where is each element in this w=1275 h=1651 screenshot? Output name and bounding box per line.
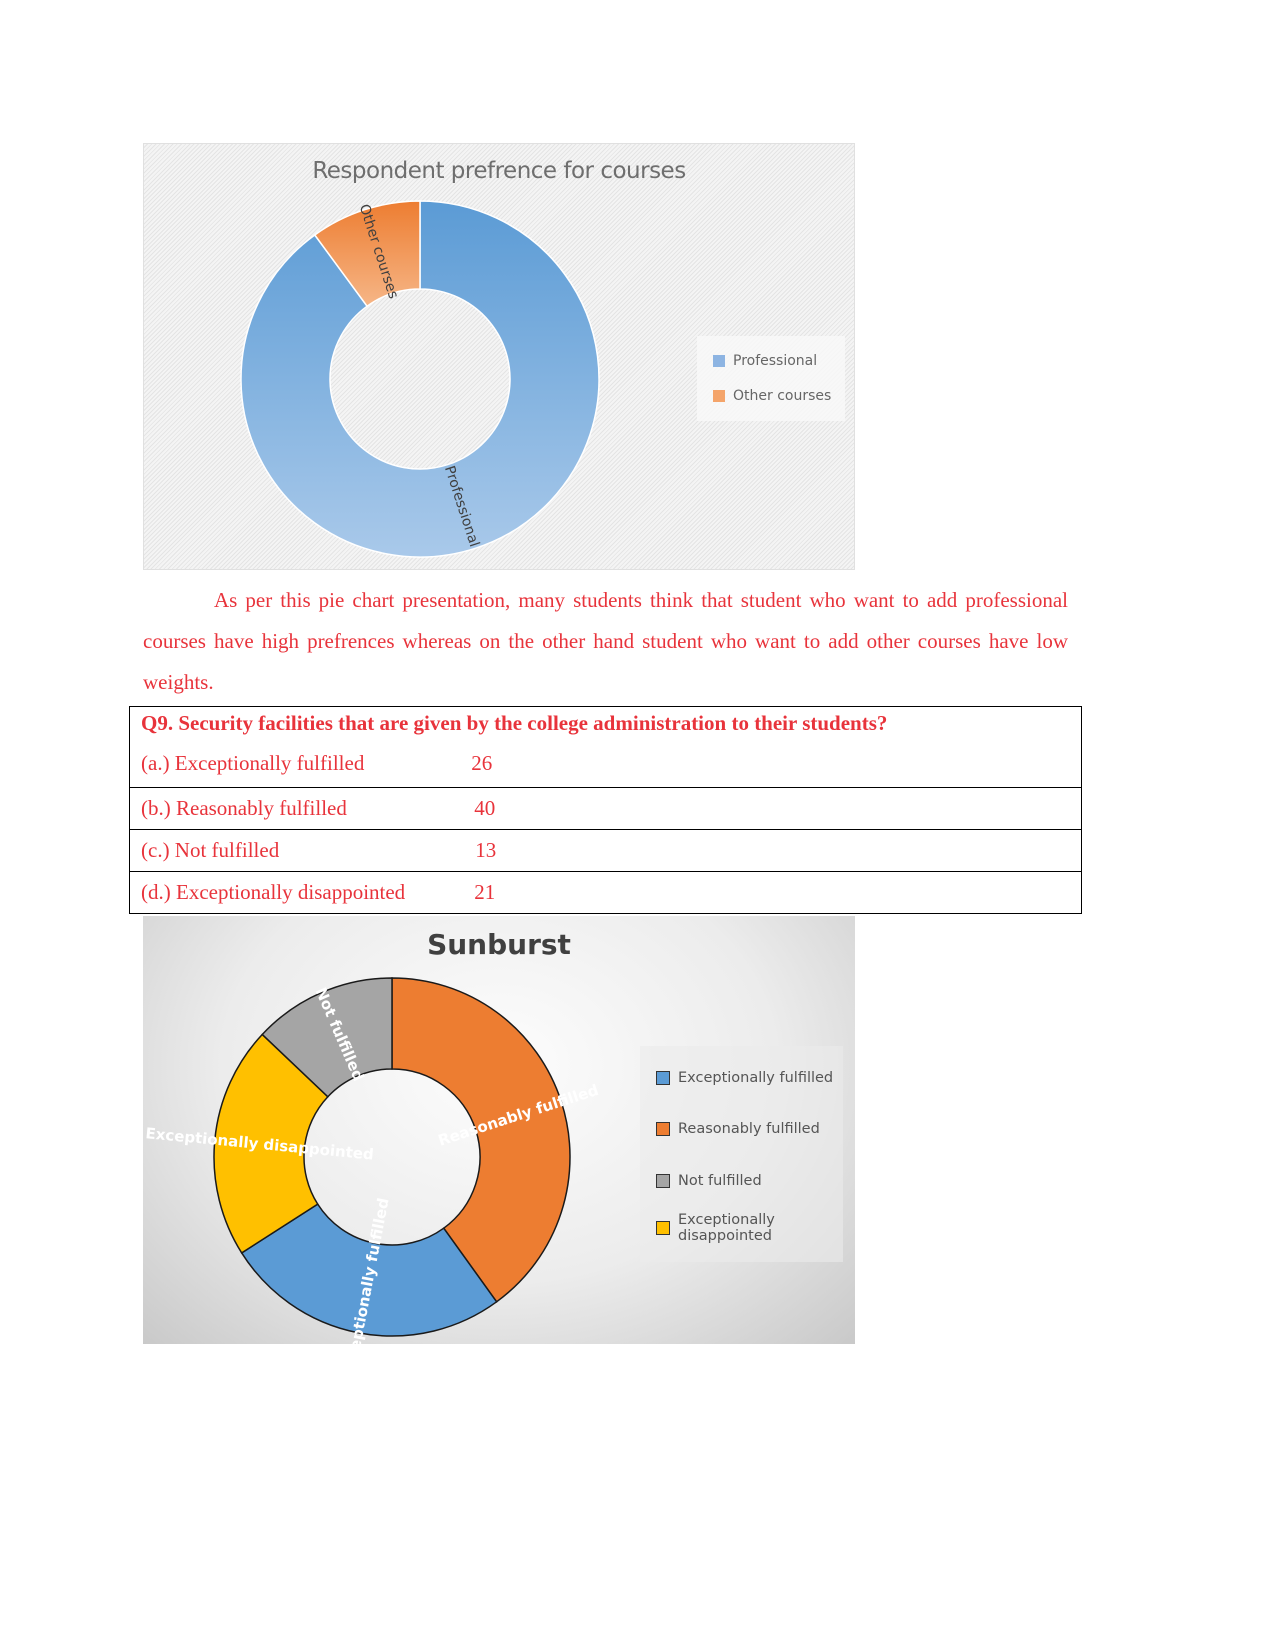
chart-legend: Professional Other courses — [697, 336, 845, 421]
question-title-cell: Q9. Security facilities that are given b… — [129, 706, 1082, 739]
option-label: (b.) Reasonably fulfilled — [141, 796, 347, 820]
legend-item-exceptionally-fulfilled: Exceptionally fulfilled — [656, 1070, 833, 1086]
legend-item-other-courses: Other courses — [713, 388, 831, 404]
legend-label: Exceptionally fulfilled — [678, 1070, 834, 1086]
question-table: Q9. Security facilities that are given b… — [129, 706, 1082, 914]
course-preference-chart: Respondent prefrence for courses Profess… — [143, 143, 855, 570]
legend-label: Not fulfilled — [678, 1173, 762, 1189]
option-count: 13 — [475, 838, 497, 862]
question-title: Q9. Security facilities that are given b… — [141, 710, 888, 735]
legend-label: Reasonably fulfilled — [678, 1121, 820, 1137]
legend-swatch — [713, 355, 725, 367]
legend-item-exceptionally-disappointed: Exceptionally disappointed — [656, 1212, 776, 1244]
option-count: 26 — [471, 750, 493, 775]
legend-swatch — [656, 1221, 670, 1235]
legend-item-not-fulfilled: Not fulfilled — [656, 1173, 762, 1189]
option-label: (a.) Exceptionally fulfilled — [141, 750, 365, 775]
question-row: Q9. Security facilities that are given b… — [129, 706, 1082, 739]
option-row: (a.) Exceptionally fulfilled 26 — [129, 739, 1082, 788]
legend-item-reasonably-fulfilled: Reasonably fulfilled — [656, 1121, 820, 1137]
option-label: (c.) Not fulfilled — [141, 838, 280, 862]
option-count: 40 — [474, 796, 496, 820]
analysis-paragraph: As per this pie chart presentation, many… — [143, 588, 1068, 694]
chart-legend: Exceptionally fulfilled Reasonably fulfi… — [640, 1046, 843, 1262]
legend-label: Professional — [733, 353, 818, 369]
security-sunburst-chart: Sunburst Reasonably fulfilled Exceptional… — [143, 916, 855, 1344]
option-row: (c.) Not fulfilled 13 — [129, 829, 1082, 872]
option-count: 21 — [474, 880, 496, 904]
legend-swatch — [656, 1174, 670, 1188]
option-label: (d.) Exceptionally disappointed — [141, 880, 406, 904]
option-row: (d.) Exceptionally disappointed 21 — [129, 871, 1082, 914]
legend-label: Exceptionally disappointed — [678, 1212, 775, 1244]
legend-item-professional: Professional — [713, 353, 817, 369]
legend-swatch — [713, 390, 725, 402]
option-row: (b.) Reasonably fulfilled 40 — [129, 787, 1082, 830]
legend-swatch — [656, 1122, 670, 1136]
legend-label: Other courses — [733, 388, 832, 404]
legend-swatch — [656, 1071, 670, 1085]
